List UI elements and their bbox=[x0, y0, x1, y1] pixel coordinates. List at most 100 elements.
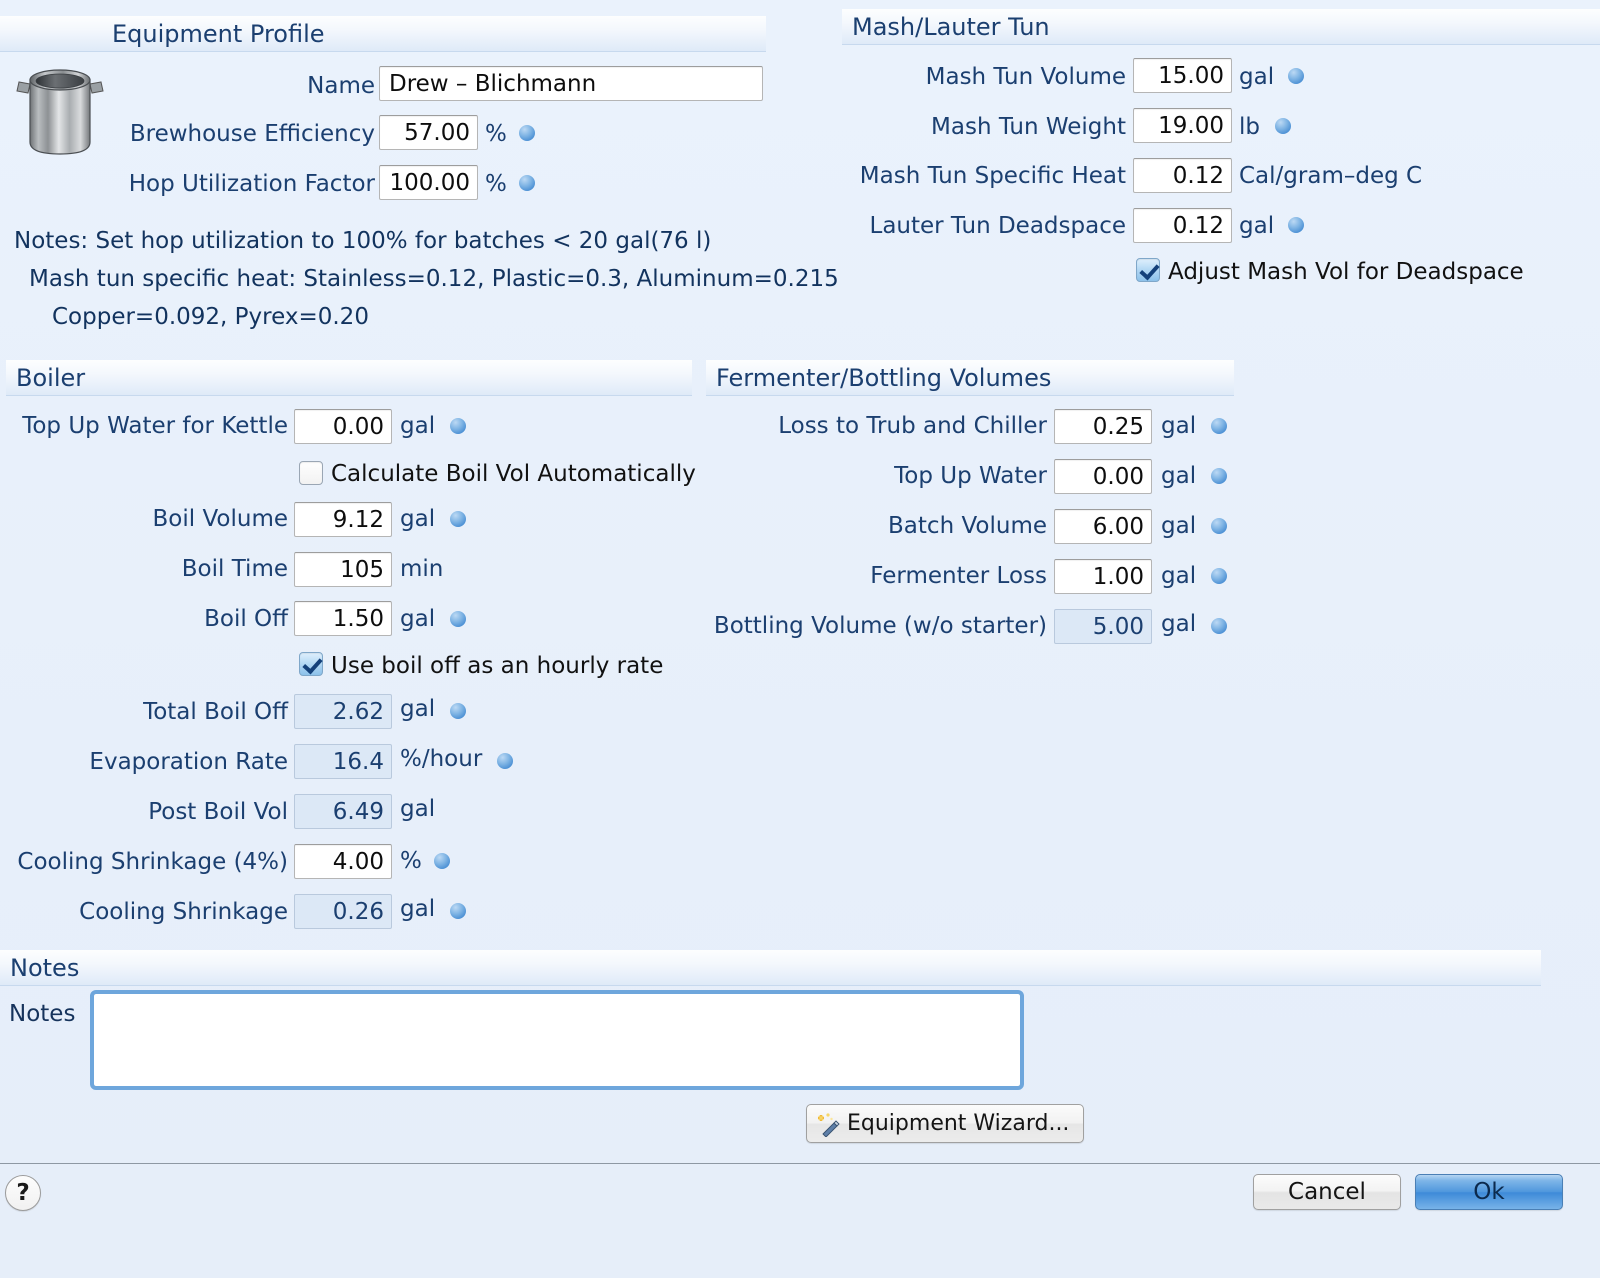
help-button[interactable]: ? bbox=[5, 1175, 41, 1211]
label-notes-field: Notes bbox=[9, 1001, 76, 1027]
section-header-mash-lauter-tun: Mash/Lauter Tun bbox=[842, 9, 1600, 45]
label-fermenter-loss: Fermenter Loss bbox=[870, 563, 1047, 589]
fermenter-loss-input[interactable]: 1.00 bbox=[1054, 559, 1152, 594]
indicator-dot-boil-volume[interactable] bbox=[450, 511, 466, 527]
unit-mash-tun-volume: gal bbox=[1239, 64, 1275, 90]
ok-button[interactable]: Ok bbox=[1415, 1174, 1563, 1210]
post-boil-vol-value: 6.49 bbox=[294, 794, 392, 829]
cancel-button-label: Cancel bbox=[1288, 1179, 1366, 1205]
profile-note-line-3: Copper=0.092, Pyrex=0.20 bbox=[52, 304, 369, 330]
indicator-dot-cooling-shrinkage-percent[interactable] bbox=[434, 853, 450, 869]
indicator-dot-hop-utilization-factor[interactable] bbox=[519, 175, 535, 191]
label-boil-volume: Boil Volume bbox=[152, 506, 288, 532]
indicator-dot-total-boil-off[interactable] bbox=[450, 703, 466, 719]
label-mash-tun-volume: Mash Tun Volume bbox=[925, 64, 1126, 90]
checkbox-calculate-boil-vol[interactable] bbox=[299, 461, 323, 485]
hop-utilization-factor-input[interactable]: 100.00 bbox=[379, 165, 478, 200]
section-title-fermenter-bottling: Fermenter/Bottling Volumes bbox=[716, 363, 1052, 392]
indicator-dot-lauter-tun-deadspace[interactable] bbox=[1288, 217, 1304, 233]
indicator-dot-brewhouse-efficiency[interactable] bbox=[519, 125, 535, 141]
notes-textarea[interactable] bbox=[90, 990, 1024, 1090]
footer-divider bbox=[0, 1163, 1600, 1164]
unit-boil-time: min bbox=[400, 556, 444, 582]
label-mash-tun-weight: Mash Tun Weight bbox=[931, 114, 1126, 140]
ok-button-label: Ok bbox=[1473, 1179, 1505, 1205]
cancel-button[interactable]: Cancel bbox=[1253, 1174, 1401, 1210]
label-cooling-shrinkage-gal: Cooling Shrinkage bbox=[79, 899, 288, 925]
section-header-boiler: Boiler bbox=[6, 360, 692, 396]
label-cooling-shrinkage-percent: Cooling Shrinkage (4%) bbox=[17, 849, 288, 875]
unit-brewhouse-efficiency: % bbox=[485, 121, 507, 147]
loss-trub-chiller-input[interactable]: 0.25 bbox=[1054, 409, 1152, 444]
unit-fermenter-loss: gal bbox=[1161, 563, 1197, 589]
indicator-dot-bottling-volume[interactable] bbox=[1211, 618, 1227, 634]
help-button-label: ? bbox=[16, 1180, 30, 1206]
boil-volume-input[interactable]: 9.12 bbox=[294, 502, 392, 537]
label-brewhouse-efficiency: Brewhouse Efficiency bbox=[129, 121, 375, 147]
checkbox-label-use-boil-off-hourly[interactable]: Use boil off as an hourly rate bbox=[331, 652, 663, 680]
section-title-notes: Notes bbox=[10, 953, 80, 982]
section-title-boiler: Boiler bbox=[16, 363, 86, 392]
indicator-dot-mash-tun-volume[interactable] bbox=[1288, 68, 1304, 84]
top-up-water-input[interactable]: 0.00 bbox=[1054, 459, 1152, 494]
unit-loss-trub-chiller: gal bbox=[1161, 413, 1197, 439]
indicator-dot-top-up-water[interactable] bbox=[1211, 468, 1227, 484]
unit-lauter-tun-deadspace: gal bbox=[1239, 213, 1275, 239]
profile-note-line-1: Notes: Set hop utilization to 100% for b… bbox=[14, 228, 712, 254]
label-top-up-water-kettle: Top Up Water for Kettle bbox=[22, 413, 288, 439]
checkbox-adjust-mash-vol-deadspace[interactable] bbox=[1136, 258, 1160, 282]
indicator-dot-mash-tun-weight[interactable] bbox=[1275, 118, 1291, 134]
mash-tun-specific-heat-input[interactable]: 0.12 bbox=[1133, 158, 1232, 193]
cooling-shrinkage-percent-input[interactable]: 4.00 bbox=[294, 844, 392, 879]
unit-boil-off: gal bbox=[400, 606, 436, 632]
boil-time-input[interactable]: 105 bbox=[294, 552, 392, 587]
label-evaporation-rate: Evaporation Rate bbox=[89, 749, 288, 775]
label-loss-trub-chiller: Loss to Trub and Chiller bbox=[778, 413, 1047, 439]
batch-volume-input[interactable]: 6.00 bbox=[1054, 509, 1152, 544]
top-up-water-kettle-input[interactable]: 0.00 bbox=[294, 409, 392, 444]
unit-bottling-volume: gal bbox=[1161, 611, 1197, 637]
indicator-dot-fermenter-loss[interactable] bbox=[1211, 568, 1227, 584]
indicator-dot-evaporation-rate[interactable] bbox=[497, 753, 513, 769]
indicator-dot-batch-volume[interactable] bbox=[1211, 518, 1227, 534]
section-title-equipment-profile: Equipment Profile bbox=[112, 19, 325, 48]
evaporation-rate-value: 16.4 bbox=[294, 744, 392, 779]
label-post-boil-vol: Post Boil Vol bbox=[148, 799, 288, 825]
unit-batch-volume: gal bbox=[1161, 513, 1197, 539]
unit-hop-utilization-factor: % bbox=[485, 171, 507, 197]
label-mash-tun-specific-heat: Mash Tun Specific Heat bbox=[859, 163, 1126, 189]
indicator-dot-boil-off[interactable] bbox=[450, 611, 466, 627]
name-input[interactable]: Drew – Blichmann bbox=[379, 66, 763, 101]
equipment-wizard-button[interactable]: Equipment Wizard... bbox=[806, 1104, 1084, 1143]
section-header-fermenter-bottling: Fermenter/Bottling Volumes bbox=[706, 360, 1234, 396]
label-boil-off: Boil Off bbox=[204, 606, 288, 632]
checkbox-use-boil-off-hourly[interactable] bbox=[299, 652, 323, 676]
unit-top-up-water: gal bbox=[1161, 463, 1197, 489]
mash-tun-volume-input[interactable]: 15.00 bbox=[1133, 58, 1232, 93]
unit-cooling-shrinkage-gal: gal bbox=[400, 896, 436, 922]
indicator-dot-loss-trub-chiller[interactable] bbox=[1211, 418, 1227, 434]
unit-post-boil-vol: gal bbox=[400, 796, 436, 822]
magic-wand-icon bbox=[818, 1112, 840, 1137]
label-bottling-volume: Bottling Volume (w/o starter) bbox=[713, 613, 1047, 639]
boil-off-input[interactable]: 1.50 bbox=[294, 601, 392, 636]
section-header-notes: Notes bbox=[0, 950, 1541, 986]
indicator-dot-top-up-water-kettle[interactable] bbox=[450, 418, 466, 434]
label-lauter-tun-deadspace: Lauter Tun Deadspace bbox=[869, 213, 1126, 239]
label-top-up-water: Top Up Water bbox=[894, 463, 1047, 489]
section-title-mash-lauter-tun: Mash/Lauter Tun bbox=[852, 12, 1050, 41]
checkbox-label-calculate-boil-vol[interactable]: Calculate Boil Vol Automatically bbox=[331, 460, 696, 488]
unit-total-boil-off: gal bbox=[400, 696, 436, 722]
unit-evaporation-rate: %/hour bbox=[400, 746, 483, 772]
unit-mash-tun-weight: lb bbox=[1239, 114, 1260, 140]
unit-boil-volume: gal bbox=[400, 506, 436, 532]
equipment-wizard-label: Equipment Wizard... bbox=[847, 1111, 1070, 1136]
checkbox-label-adjust-mash-vol-deadspace[interactable]: Adjust Mash Vol for Deadspace bbox=[1168, 258, 1524, 286]
mash-tun-weight-input[interactable]: 19.00 bbox=[1133, 108, 1232, 143]
indicator-dot-cooling-shrinkage-gal[interactable] bbox=[450, 903, 466, 919]
bottling-volume-value: 5.00 bbox=[1054, 609, 1152, 644]
lauter-tun-deadspace-input[interactable]: 0.12 bbox=[1133, 208, 1232, 243]
label-hop-utilization-factor: Hop Utilization Factor bbox=[128, 171, 375, 197]
brewhouse-efficiency-input[interactable]: 57.00 bbox=[379, 115, 478, 150]
label-batch-volume: Batch Volume bbox=[888, 513, 1047, 539]
